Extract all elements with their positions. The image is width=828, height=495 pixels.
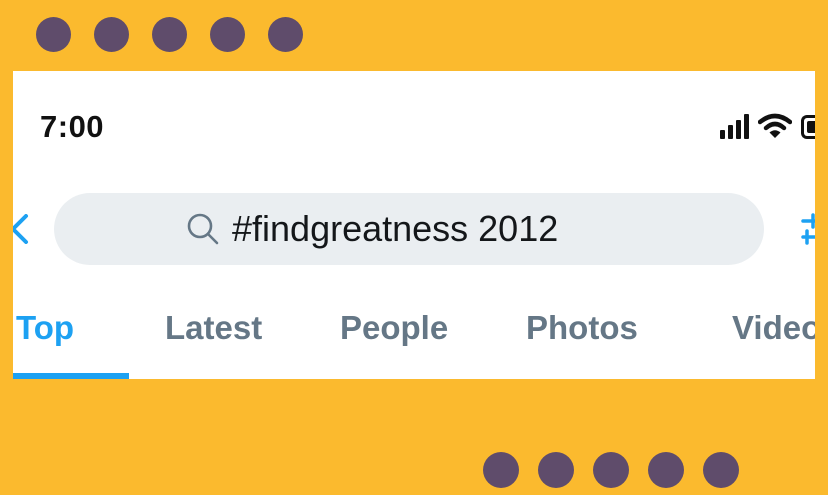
- search-icon: [187, 213, 219, 245]
- decorative-dot: [703, 452, 739, 488]
- tab-photos[interactable]: Photos: [526, 309, 638, 347]
- status-icons: [720, 113, 815, 139]
- search-query: #findgreatness 2012: [232, 208, 559, 249]
- search-tabs: Top Latest People Photos Videos: [13, 299, 815, 379]
- decorative-dot: [210, 17, 245, 52]
- decorative-dot: [593, 452, 629, 488]
- signal-icon: [720, 113, 749, 139]
- decorative-dot: [538, 452, 574, 488]
- battery-icon: [801, 115, 815, 139]
- decorative-dots-top: [36, 17, 303, 52]
- sliders-icon[interactable]: [799, 213, 815, 245]
- tab-people[interactable]: People: [340, 309, 448, 347]
- decorative-dots-bottom: [483, 452, 739, 488]
- status-time: 7:00: [40, 109, 105, 144]
- decorative-dot: [36, 17, 71, 52]
- search-content: #findgreatness 2012: [186, 193, 558, 265]
- tab-videos[interactable]: Videos: [732, 309, 815, 347]
- decorative-dot: [648, 452, 684, 488]
- phone-screenshot: 7:00 #findgreatness 2012 Top Latest Peop…: [13, 71, 815, 379]
- wifi-icon: [758, 113, 792, 138]
- decorative-dot: [483, 452, 519, 488]
- chevron-left-icon[interactable]: [13, 214, 29, 244]
- tab-top[interactable]: Top: [16, 309, 74, 347]
- search-input[interactable]: #findgreatness 2012: [54, 193, 764, 265]
- decorative-dot: [268, 17, 303, 52]
- decorative-dot: [94, 17, 129, 52]
- tab-latest[interactable]: Latest: [165, 309, 262, 347]
- active-tab-indicator: [13, 373, 129, 379]
- decorative-dot: [152, 17, 187, 52]
